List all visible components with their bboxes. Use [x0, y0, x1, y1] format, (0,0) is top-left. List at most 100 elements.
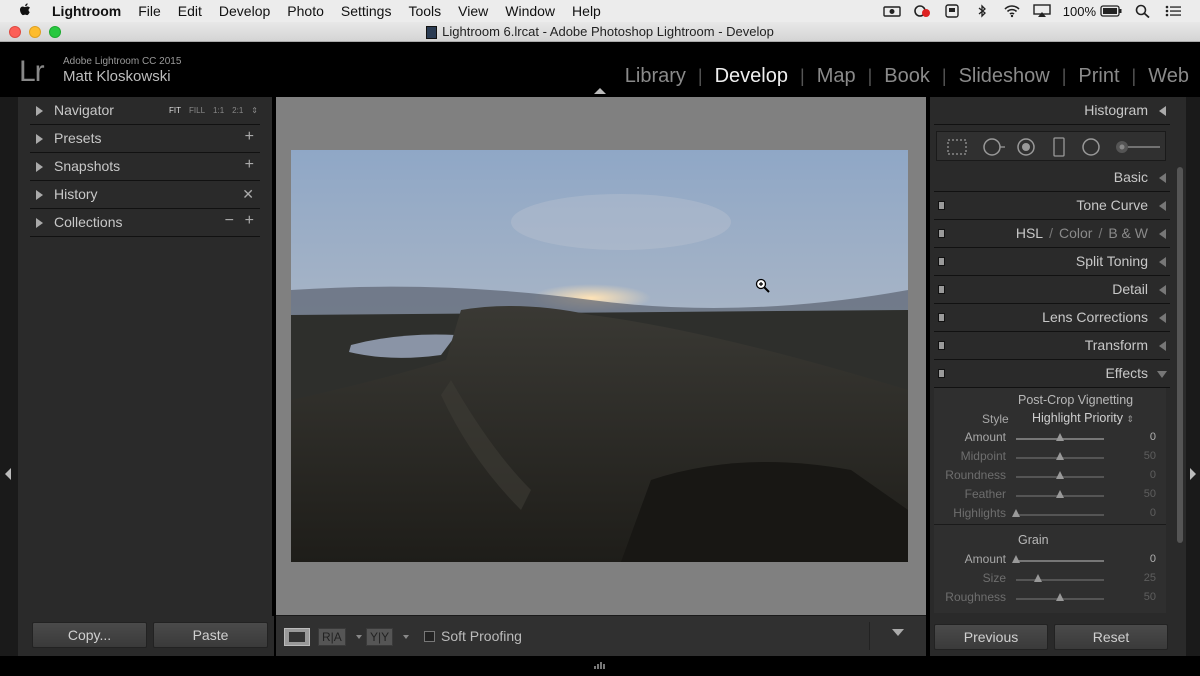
reset-button[interactable]: Reset [1054, 624, 1168, 650]
notification-center-icon[interactable] [1164, 4, 1182, 18]
presets-panel-header[interactable]: Presets + [30, 125, 260, 153]
slider-track[interactable] [1012, 555, 1104, 563]
slider-track[interactable] [1016, 574, 1104, 582]
slider-value[interactable]: 25 [1144, 572, 1156, 584]
slider-track[interactable] [1016, 452, 1104, 460]
tone-curve-panel-header[interactable]: Tone Curve [934, 192, 1170, 220]
menu-photo[interactable]: Photo [287, 0, 324, 22]
wifi-icon[interactable] [1003, 4, 1021, 18]
slider-handle[interactable] [1034, 574, 1042, 582]
landscape-photo[interactable] [291, 150, 908, 562]
menu-tools[interactable]: Tools [408, 0, 441, 22]
loupe-view-button[interactable] [284, 628, 310, 646]
menu-develop[interactable]: Develop [219, 0, 270, 22]
battery-icon[interactable] [1100, 4, 1122, 18]
module-book[interactable]: Book [872, 65, 942, 87]
split-toning-panel-header[interactable]: Split Toning [934, 248, 1170, 276]
adjustment-brush-tool-icon[interactable] [1113, 137, 1163, 157]
copy-settings-button[interactable]: Copy... [32, 622, 147, 648]
clear-history-icon[interactable]: ✕ [242, 186, 254, 203]
module-map[interactable]: Map [805, 65, 868, 87]
detail-panel-header[interactable]: Detail [934, 276, 1170, 304]
crop-tool-icon[interactable] [945, 137, 969, 157]
histogram-panel-header[interactable]: Histogram [934, 97, 1170, 125]
collections-panel-header[interactable]: Collections − + [30, 209, 260, 237]
panel-switch[interactable] [938, 313, 945, 322]
history-panel-header[interactable]: History ✕ [30, 181, 260, 209]
slider-track[interactable] [1016, 593, 1104, 601]
slider-handle[interactable] [1056, 471, 1064, 479]
soft-proofing-checkbox[interactable] [424, 631, 435, 642]
panel-switch[interactable] [938, 257, 945, 266]
before-after-left-right-button[interactable]: R|A [318, 628, 346, 646]
graduated-filter-tool-icon[interactable] [1051, 137, 1067, 157]
navigator-panel-header[interactable]: Navigator FIT FILL 1:1 2:1 ⇕ [30, 97, 260, 125]
slider-track[interactable] [1016, 433, 1104, 441]
slider-value[interactable]: 0 [1150, 431, 1156, 443]
hsl-panel-header[interactable]: HSL / Color / B & W [934, 220, 1170, 248]
minimize-window-button[interactable] [29, 26, 41, 38]
add-collection-icon[interactable]: + [245, 212, 254, 230]
right-panel-toggle-arrow-icon[interactable] [1190, 468, 1196, 480]
zoom-fill-option[interactable]: FILL [189, 106, 205, 115]
module-library[interactable]: Library [613, 65, 698, 87]
effects-panel-header[interactable]: Effects [934, 360, 1170, 388]
panel-switch[interactable] [938, 201, 945, 210]
remove-collection-icon[interactable]: − [225, 212, 234, 230]
menu-window[interactable]: Window [505, 0, 555, 22]
apple-logo-icon[interactable] [18, 2, 32, 18]
airplay-icon[interactable] [1033, 4, 1051, 18]
module-slideshow[interactable]: Slideshow [947, 65, 1062, 87]
spotlight-search-icon[interactable] [1134, 4, 1152, 18]
camera-record-icon[interactable] [883, 4, 901, 18]
swap-dropdown-icon[interactable] [403, 635, 409, 639]
slider-handle[interactable] [1012, 555, 1020, 563]
menu-settings[interactable]: Settings [341, 0, 392, 22]
image-canvas[interactable] [276, 97, 926, 615]
module-print[interactable]: Print [1066, 65, 1131, 87]
panel-scrollbar[interactable] [1177, 167, 1183, 543]
before-after-dropdown-icon[interactable] [356, 635, 362, 639]
menu-app-lightroom[interactable]: Lightroom [52, 0, 121, 22]
previous-button[interactable]: Previous [934, 624, 1048, 650]
panel-switch[interactable] [938, 285, 945, 294]
show-filmstrip-grip-icon[interactable] [592, 660, 608, 670]
slider-handle[interactable] [1056, 593, 1064, 601]
module-web[interactable]: Web [1136, 65, 1200, 87]
lens-corrections-panel-header[interactable]: Lens Corrections [934, 304, 1170, 332]
panel-switch[interactable] [938, 341, 945, 350]
module-develop[interactable]: Develop [703, 65, 800, 87]
before-after-swap-button[interactable]: Y|Y [366, 628, 394, 646]
basic-panel-header[interactable]: Basic [934, 164, 1170, 192]
toolbar-content-menu-icon[interactable] [892, 629, 904, 636]
scrollbar-thumb[interactable] [1177, 167, 1183, 543]
slider-value[interactable]: 50 [1144, 488, 1156, 500]
close-window-button[interactable] [9, 26, 21, 38]
notifications-box-icon[interactable] [943, 4, 961, 18]
zoom-1to1-option[interactable]: 1:1 [213, 106, 224, 115]
zoom-window-button[interactable] [49, 26, 61, 38]
panel-switch[interactable] [938, 229, 945, 238]
panel-switch[interactable] [938, 369, 945, 378]
slider-value[interactable]: 50 [1144, 591, 1156, 603]
slider-track[interactable] [1016, 471, 1104, 479]
spot-removal-tool-icon[interactable] [981, 137, 1009, 157]
slider-track[interactable] [1016, 490, 1104, 498]
zoom-stepper-icon[interactable]: ⇕ [251, 106, 258, 115]
tab-color[interactable]: Color [1059, 225, 1092, 241]
slider-value[interactable]: 0 [1150, 553, 1156, 565]
menu-edit[interactable]: Edit [178, 0, 202, 22]
creative-cloud-icon[interactable] [913, 4, 931, 18]
tab-hsl[interactable]: HSL [1016, 225, 1043, 241]
tab-bw[interactable]: B & W [1108, 225, 1148, 241]
slider-value[interactable]: 0 [1150, 507, 1156, 519]
add-preset-icon[interactable]: + [245, 128, 254, 146]
red-eye-tool-icon[interactable] [1015, 137, 1037, 157]
hide-top-panel-arrow-icon[interactable] [594, 88, 606, 94]
slider-track[interactable] [1012, 509, 1104, 517]
slider-handle[interactable] [1056, 452, 1064, 460]
zoom-2to1-option[interactable]: 2:1 [232, 106, 243, 115]
paste-settings-button[interactable]: Paste [153, 622, 268, 648]
left-panel-toggle-arrow-icon[interactable] [5, 468, 11, 480]
slider-handle[interactable] [1056, 490, 1064, 498]
